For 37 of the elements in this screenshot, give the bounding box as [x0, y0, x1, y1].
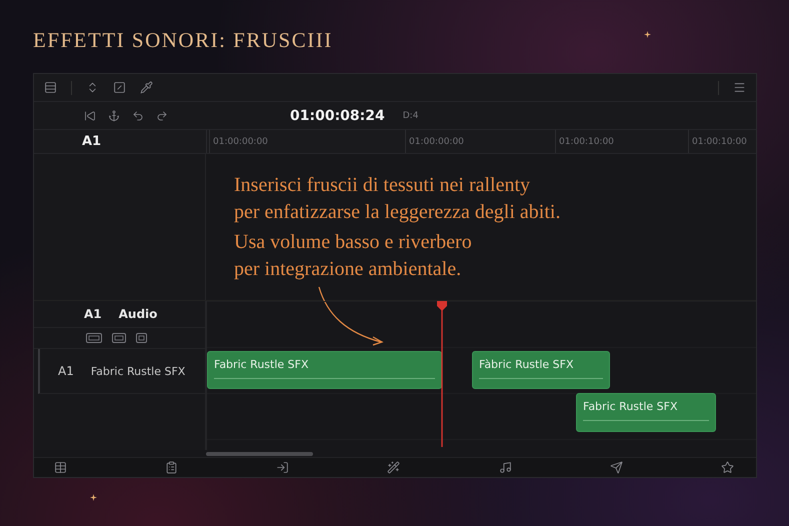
audio-clip[interactable]: Fabric Rustle SFX [207, 351, 442, 389]
ruler-timecode: 01:00:00:00 [209, 130, 268, 153]
track-row-id: A1 [58, 364, 74, 378]
wand-icon[interactable] [387, 461, 400, 474]
audio-clip[interactable]: Fàbric Rustle SFX [472, 351, 610, 389]
annotation-text: Usa volume basso e riverbero per integrazione ambientale. [234, 230, 472, 282]
playhead[interactable] [436, 301, 448, 447]
undo-icon[interactable] [132, 110, 144, 122]
pipette-icon[interactable] [140, 81, 153, 94]
send-icon[interactable] [610, 461, 623, 474]
slash-square-icon[interactable] [113, 81, 126, 94]
track-name: Fabric Rustle SFX [90, 364, 186, 378]
ruler-timecode: 01:00:10:00 [555, 130, 614, 153]
star-icon[interactable] [720, 461, 734, 474]
skip-back-icon[interactable] [84, 110, 96, 122]
menu-icon[interactable] [733, 81, 746, 94]
import-icon[interactable] [276, 461, 290, 474]
timecode: 01:00:08:24 [290, 108, 385, 124]
track-label: A1 [82, 134, 102, 149]
anchor-icon[interactable] [108, 110, 120, 122]
duration-label: D:4 [402, 110, 418, 120]
redo-icon[interactable] [156, 110, 168, 122]
annotation-arrow [317, 285, 385, 345]
page-title: EFFETTI SONORI: FRUSCIII [33, 28, 333, 53]
ruler-timecode: 01:00:10:00 [688, 130, 747, 153]
music-icon[interactable] [498, 461, 512, 474]
list-icon[interactable] [44, 81, 57, 94]
track-id: A1 [84, 307, 102, 321]
sparkle-icon [90, 494, 97, 501]
audio-clip[interactable]: Fabric Rustle SFX [576, 393, 716, 432]
track-type: Audio [118, 307, 158, 321]
table-icon[interactable] [54, 461, 67, 474]
ruler-timecode: 01:00:00:00 [405, 130, 464, 153]
clipboard-icon[interactable] [165, 461, 178, 474]
sparkle-icon [644, 31, 651, 38]
scrollbar-thumb[interactable] [206, 452, 313, 456]
annotation-text: Inserisci fruscii di tessuti nei rallenty per enfatizzarse la leggerezza degli abiti. [234, 173, 560, 225]
